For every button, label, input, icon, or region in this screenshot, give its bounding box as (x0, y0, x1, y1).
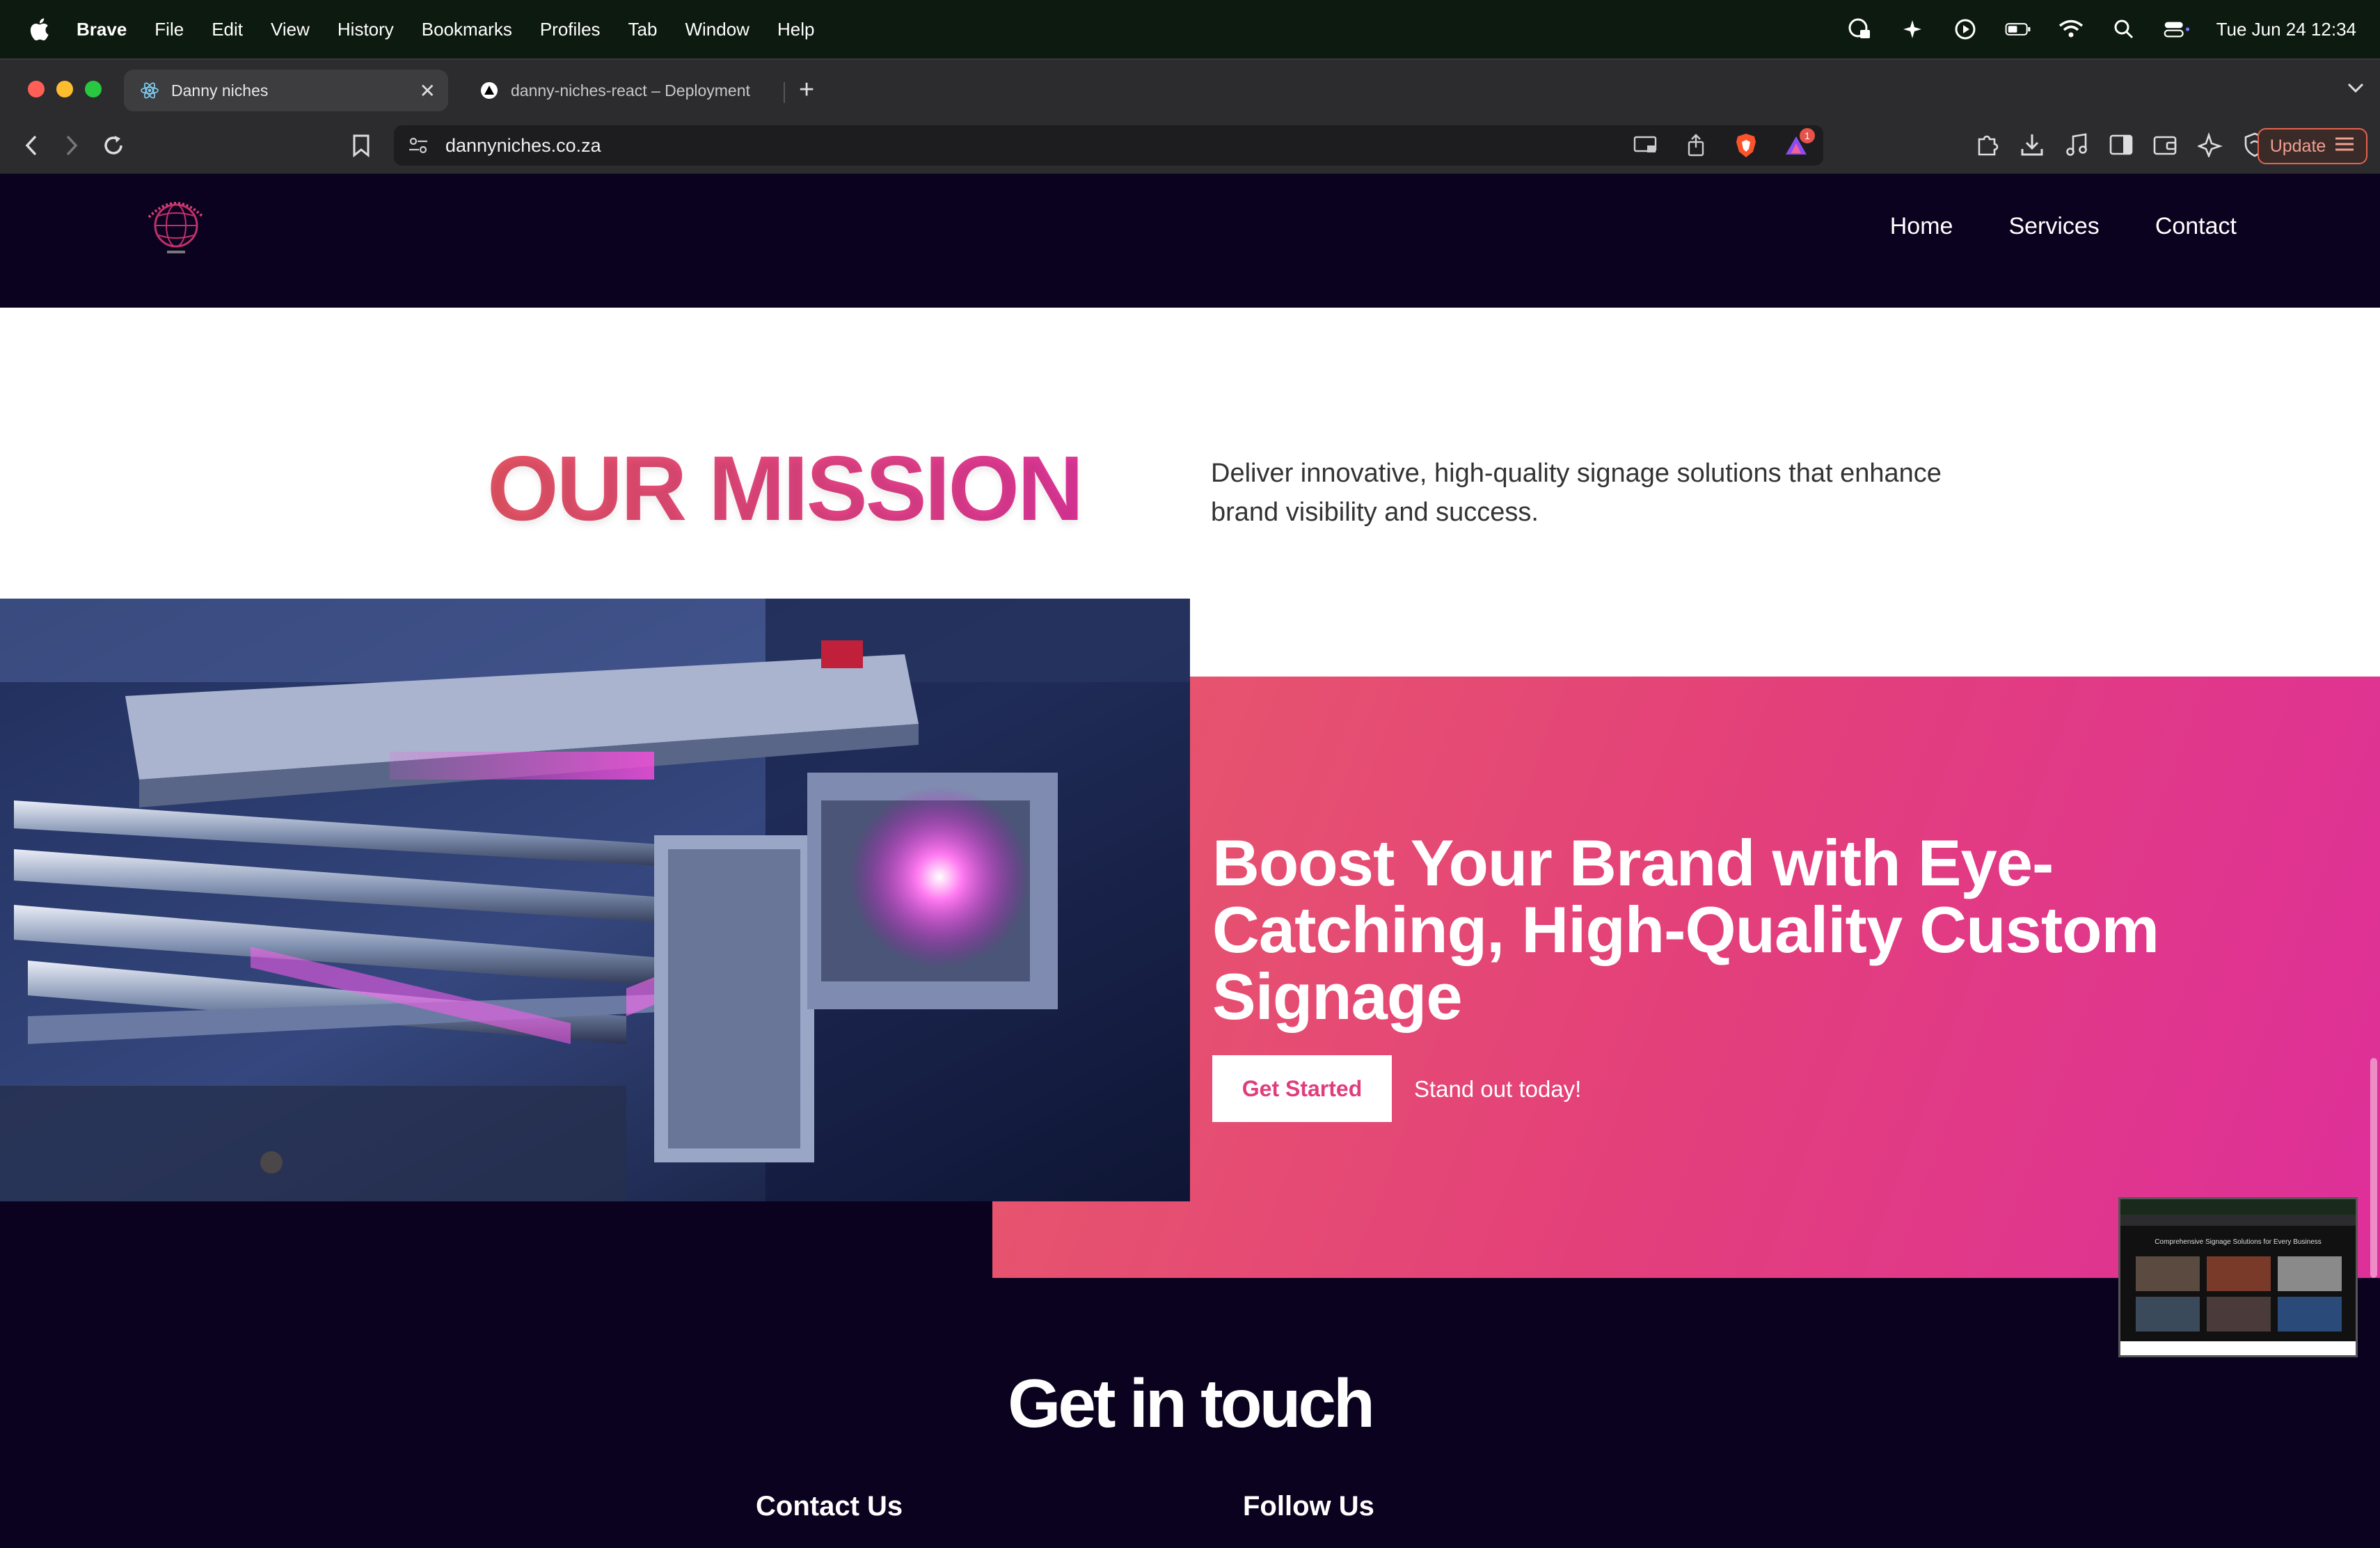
reload-icon[interactable] (97, 129, 129, 161)
menu-view[interactable]: View (271, 19, 310, 40)
menu-window[interactable]: Window (685, 19, 749, 40)
wallet-icon[interactable] (2152, 131, 2180, 159)
follow-us-heading: Follow Us (1243, 1491, 1374, 1522)
close-window-button[interactable] (28, 81, 45, 97)
browser-toolbar: dannyniches.co.za 1 Update (0, 118, 2380, 174)
hamburger-menu-icon (2334, 136, 2355, 157)
vercel-icon (479, 80, 500, 101)
chevron-down-icon[interactable] (2347, 77, 2365, 99)
macos-menubar: Brave File Edit View History Bookmarks P… (0, 0, 2380, 58)
extension-icons (1974, 131, 2269, 159)
brave-rewards-icon[interactable]: 1 (1782, 128, 1815, 160)
update-label: Update (2269, 136, 2326, 156)
menu-bookmarks[interactable]: Bookmarks (422, 19, 512, 40)
download-icon[interactable] (2018, 131, 2046, 159)
play-icon[interactable] (1952, 17, 1978, 41)
mission-text: Deliver innovative, high-quality signage… (1211, 459, 1942, 527)
react-icon (139, 80, 160, 101)
vpn-status-icon[interactable] (1846, 17, 1873, 41)
brave-shields-icon[interactable] (1731, 131, 1761, 160)
window-controls (28, 81, 102, 97)
tab-title: danny-niches-react – Deployment (511, 81, 750, 100)
zoom-window-button[interactable] (85, 81, 102, 97)
spotlight-search-icon[interactable] (2111, 17, 2137, 41)
media-music-icon[interactable] (2063, 131, 2091, 159)
url-text[interactable]: dannyniches.co.za (445, 135, 601, 157)
hero-tagline: Stand out today! (1414, 1076, 1582, 1102)
battery-icon[interactable] (2005, 17, 2031, 41)
tab-title: Danny niches (171, 81, 269, 100)
pip-tile (2278, 1297, 2342, 1332)
cast-icon[interactable] (1631, 131, 1660, 160)
apple-icon[interactable] (25, 15, 53, 43)
pip-caption: Comprehensive Signage Solutions for Ever… (2155, 1238, 2322, 1246)
forward-arrow-icon[interactable] (56, 129, 88, 161)
wifi-icon[interactable] (2058, 17, 2084, 41)
urlbar-actions: 1 (1631, 128, 1815, 160)
menu-profiles[interactable]: Profiles (540, 19, 601, 40)
site-nav: Home Services Contact (1890, 213, 2237, 240)
tab-danny-niches[interactable]: Danny niches ✕ (124, 70, 448, 111)
menu-file[interactable]: File (154, 19, 184, 40)
web-page: Home Services Contact OUR MISSION Delive… (0, 174, 2380, 1548)
hero-heading: Boost Your Brand with Eye-Catching, High… (1212, 826, 2159, 1033)
address-bar[interactable]: dannyniches.co.za 1 (394, 125, 1823, 166)
nav-home-link[interactable]: Home (1890, 213, 1953, 240)
pip-tile (2136, 1256, 2200, 1291)
sidebar-toggle-icon[interactable] (2107, 131, 2135, 159)
pip-tile (2136, 1297, 2200, 1332)
display-brightness-icon[interactable] (1899, 17, 1926, 41)
pip-tile (2207, 1256, 2271, 1291)
menu-edit[interactable]: Edit (212, 19, 243, 40)
tab-deployment[interactable]: danny-niches-react – Deployment (463, 70, 782, 111)
menu-history[interactable]: History (338, 19, 394, 40)
danny-niches-logo[interactable] (139, 189, 213, 263)
menu-tab[interactable]: Tab (628, 19, 658, 40)
control-center-icon[interactable] (2164, 17, 2190, 41)
pip-tile (2278, 1256, 2342, 1291)
page-scrollbar[interactable] (2370, 1058, 2377, 1278)
rewards-badge: 1 (1800, 128, 1815, 143)
new-tab-icon[interactable]: + (799, 75, 814, 105)
pip-footer (2120, 1341, 2356, 1355)
update-button[interactable]: Update (2258, 128, 2367, 164)
extensions-puzzle-icon[interactable] (1974, 131, 2001, 159)
bookmark-icon[interactable] (345, 129, 377, 161)
close-tab-icon[interactable]: ✕ (420, 79, 436, 102)
menu-app-name[interactable]: Brave (77, 19, 127, 40)
menubar-clock[interactable]: Tue Jun 24 12:34 (2216, 19, 2356, 40)
pip-menubar (2120, 1199, 2356, 1215)
site-header: Home Services Contact (0, 174, 2380, 308)
tab-divider (784, 82, 785, 103)
nav-services-link[interactable]: Services (2008, 213, 2099, 240)
get-in-touch-heading: Get in touch (1008, 1365, 1375, 1442)
mission-heading: OUR MISSION (487, 437, 1084, 539)
leo-ai-icon[interactable] (2196, 131, 2224, 159)
pip-tile (2207, 1297, 2271, 1332)
site-settings-icon[interactable] (406, 134, 430, 157)
menu-help[interactable]: Help (777, 19, 814, 40)
minimize-window-button[interactable] (56, 81, 73, 97)
printing-machine-image (0, 599, 1190, 1201)
screenshot-preview-thumbnail[interactable]: Comprehensive Signage Solutions for Ever… (2118, 1197, 2358, 1357)
pip-toolbar (2120, 1215, 2356, 1226)
get-started-button[interactable]: Get Started (1212, 1055, 1392, 1122)
contact-us-heading: Contact Us (756, 1491, 903, 1522)
back-arrow-icon[interactable] (15, 129, 47, 161)
browser-tab-bar: Danny niches ✕ danny-niches-react – Depl… (0, 58, 2380, 118)
share-icon[interactable] (1681, 131, 1711, 160)
status-area: Tue Jun 24 12:34 (1846, 0, 2356, 58)
nav-contact-link[interactable]: Contact (2155, 213, 2237, 240)
